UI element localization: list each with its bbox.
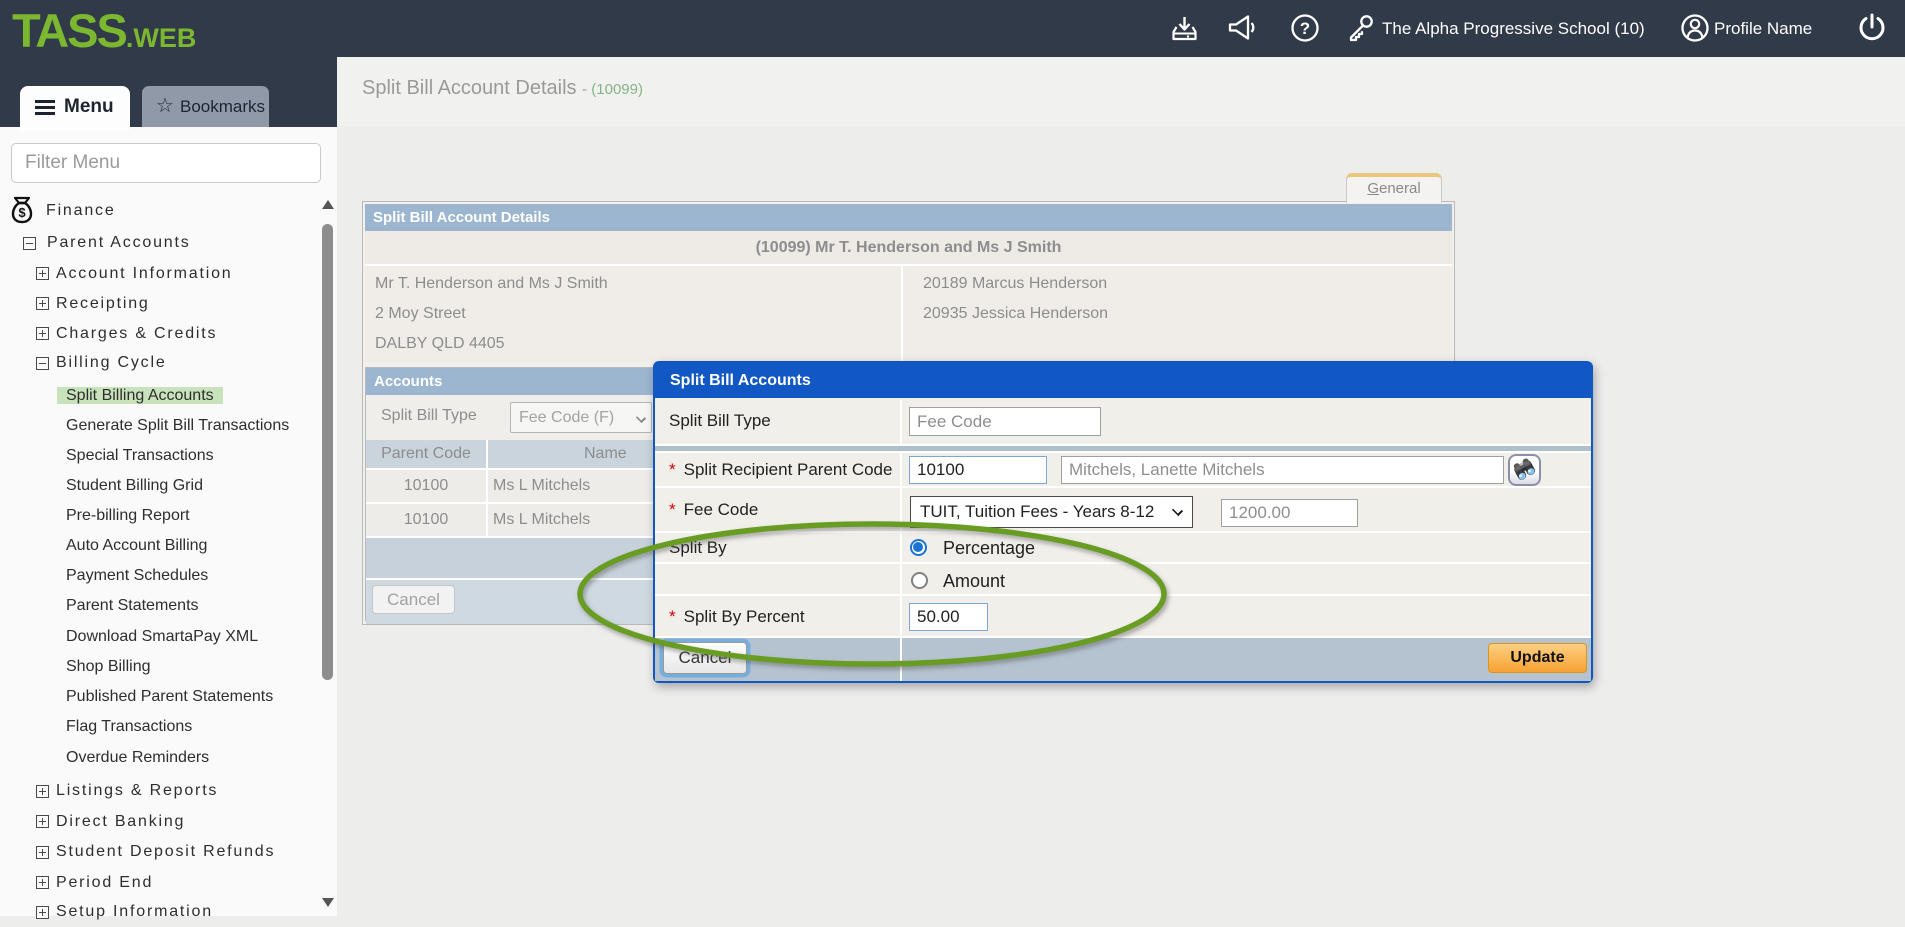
svg-text:$: $ [18,205,26,220]
svg-text:?: ? [1300,19,1310,38]
